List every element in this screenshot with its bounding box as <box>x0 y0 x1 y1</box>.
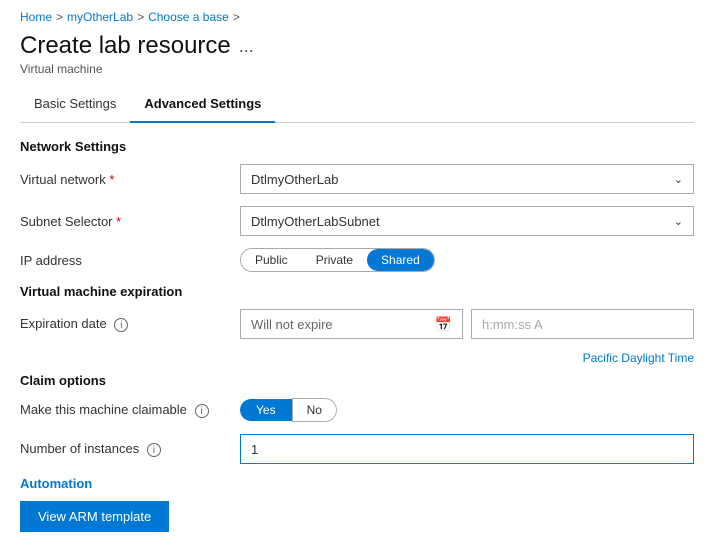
breadcrumb-sep-2: > <box>137 10 144 24</box>
breadcrumb-choose-base[interactable]: Choose a base <box>148 10 229 24</box>
breadcrumb-home[interactable]: Home <box>20 10 52 24</box>
expiration-date-label: Expiration date i <box>20 316 240 333</box>
expiration-inputs-group: Will not expire 📅 h:mm:ss A <box>240 309 694 339</box>
ip-shared-button[interactable]: Shared <box>367 249 434 271</box>
make-claimable-label: Make this machine claimable i <box>20 402 240 419</box>
expiration-info-icon[interactable]: i <box>114 318 128 332</box>
subnet-value: DtlmyOtherLabSubnet <box>251 214 380 229</box>
num-instances-row: Number of instances i <box>20 434 694 464</box>
breadcrumb-myotherlab[interactable]: myOtherLab <box>67 10 133 24</box>
ip-public-button[interactable]: Public <box>241 249 302 271</box>
expiration-date-picker[interactable]: Will not expire 📅 <box>240 309 463 339</box>
tab-basic-settings[interactable]: Basic Settings <box>20 88 130 123</box>
subnet-required: * <box>116 214 121 229</box>
vm-expiration-title: Virtual machine expiration <box>20 284 694 299</box>
claimable-toggle-group: Yes No <box>240 398 337 422</box>
virtual-network-dropdown[interactable]: DtlmyOtherLab ⌄ <box>240 164 694 194</box>
expiration-time-input[interactable]: h:mm:ss A <box>471 309 694 339</box>
automation-section-title: Automation <box>20 476 694 491</box>
num-instances-input[interactable] <box>240 434 694 464</box>
claimable-no-button[interactable]: No <box>292 398 337 422</box>
make-claimable-row: Make this machine claimable i Yes No <box>20 398 694 422</box>
breadcrumb: Home > myOtherLab > Choose a base > <box>20 10 694 24</box>
network-settings-title: Network Settings <box>20 139 694 154</box>
calendar-icon: 📅 <box>435 316 452 333</box>
tab-advanced-settings[interactable]: Advanced Settings <box>130 88 275 123</box>
breadcrumb-sep-1: > <box>56 10 63 24</box>
ip-address-label: IP address <box>20 253 240 268</box>
tab-bar: Basic Settings Advanced Settings <box>20 88 694 123</box>
subnet-selector-label: Subnet Selector * <box>20 214 240 229</box>
date-placeholder: Will not expire <box>251 317 333 332</box>
instances-info-icon[interactable]: i <box>147 443 161 457</box>
virtual-network-label: Virtual network * <box>20 172 240 187</box>
subnet-selector-row: Subnet Selector * DtlmyOtherLabSubnet ⌄ <box>20 206 694 236</box>
claim-options-title: Claim options <box>20 373 694 388</box>
page-subtitle: Virtual machine <box>20 62 694 76</box>
subnet-selector-dropdown[interactable]: DtlmyOtherLabSubnet ⌄ <box>240 206 694 236</box>
ip-private-button[interactable]: Private <box>302 249 367 271</box>
more-options-icon[interactable]: ... <box>239 36 254 57</box>
claimable-yes-button[interactable]: Yes <box>240 399 292 421</box>
virtual-network-row: Virtual network * DtlmyOtherLab ⌄ <box>20 164 694 194</box>
expiration-date-row: Expiration date i Will not expire 📅 h:mm… <box>20 309 694 339</box>
view-arm-template-button[interactable]: View ARM template <box>20 501 169 532</box>
breadcrumb-sep-3: > <box>233 10 240 24</box>
num-instances-label: Number of instances i <box>20 441 240 458</box>
ip-address-row: IP address Public Private Shared <box>20 248 694 272</box>
timezone-label: Pacific Daylight Time <box>240 351 694 365</box>
virtual-network-required: * <box>109 172 114 187</box>
time-placeholder: h:mm:ss A <box>482 317 543 332</box>
chevron-down-icon: ⌄ <box>674 173 683 186</box>
chevron-down-icon: ⌄ <box>674 215 683 228</box>
claimable-info-icon[interactable]: i <box>195 404 209 418</box>
page-title: Create lab resource <box>20 32 231 60</box>
virtual-network-value: DtlmyOtherLab <box>251 172 338 187</box>
ip-address-toggle-group: Public Private Shared <box>240 248 435 272</box>
